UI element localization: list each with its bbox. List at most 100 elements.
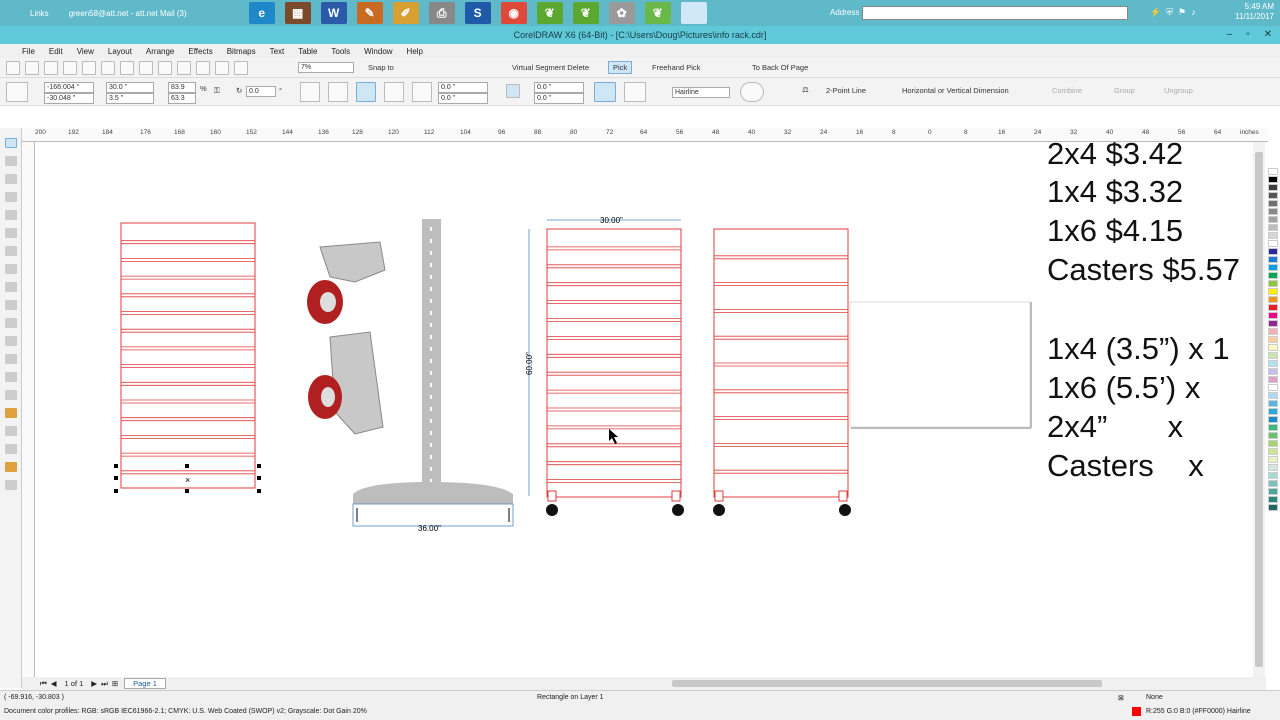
zoom-tool-icon[interactable] [5, 192, 17, 202]
palette-swatch[interactable] [1268, 416, 1278, 423]
undo-icon[interactable] [139, 61, 153, 75]
palette-swatch[interactable] [1268, 448, 1278, 455]
group-button[interactable]: Group [1114, 86, 1135, 95]
print-icon[interactable] [63, 61, 77, 75]
page-tab[interactable]: Page 1 [124, 678, 166, 689]
shield-icon[interactable]: ⛨ [1166, 7, 1173, 18]
qty-casters[interactable]: Casters x [1047, 450, 1204, 482]
palette-swatch[interactable] [1268, 344, 1278, 351]
menu-help[interactable]: Help [407, 47, 423, 56]
clock[interactable]: 5:49 AM 11/11/2017 [1235, 2, 1274, 22]
prev-page-icon[interactable]: ◀ [51, 679, 57, 688]
menu-view[interactable]: View [77, 47, 94, 56]
palette-swatch[interactable] [1268, 408, 1278, 415]
blend-tool-icon[interactable] [5, 390, 17, 400]
palette-swatch[interactable] [1268, 440, 1278, 447]
connector-tool-icon[interactable] [5, 372, 17, 382]
palette-swatch[interactable] [1268, 256, 1278, 263]
minimize-button[interactable]: – [1227, 26, 1233, 44]
qty-2x4[interactable]: 2x4” x [1047, 411, 1183, 443]
pick-button[interactable]: Pick [608, 61, 633, 74]
palette-swatch[interactable] [1268, 400, 1278, 407]
corel-leaf-icon[interactable]: ❦ [536, 2, 563, 24]
speaker-icon[interactable]: ♪ [1191, 7, 1196, 18]
palette-swatch[interactable] [1268, 280, 1278, 287]
palette-swatch[interactable] [1268, 168, 1278, 175]
ie-icon[interactable]: e [248, 2, 275, 24]
text-tool-icon[interactable] [5, 318, 17, 328]
lock-ratio-icon[interactable]: ⚿ [214, 86, 220, 96]
outline-width-select[interactable]: Hairline [672, 87, 730, 98]
angle-field[interactable]: 0.0 [246, 86, 276, 97]
palette-swatch[interactable] [1268, 376, 1278, 383]
horizontal-vertical-dimension-button[interactable]: Horizontal or Vertical Dimension [902, 86, 1009, 95]
menu-bitmaps[interactable]: Bitmaps [227, 47, 256, 56]
last-page-icon[interactable]: ⏭ [101, 679, 108, 689]
outline-tool-icon[interactable] [5, 444, 17, 454]
basic-shapes-tool-icon[interactable] [5, 300, 17, 310]
shape-tool-icon[interactable] [5, 156, 17, 166]
price-2x4[interactable]: 2x4 $3.42 [1047, 142, 1183, 170]
crop-tool-icon[interactable] [5, 174, 17, 184]
vertical-ruler[interactable] [22, 142, 35, 677]
freehand-tool-icon[interactable] [5, 210, 17, 220]
selection-handles[interactable]: × [114, 464, 261, 493]
width-field[interactable]: 30.0 " [106, 82, 154, 93]
palette-swatch[interactable] [1268, 328, 1278, 335]
palette-swatch[interactable] [1268, 176, 1278, 183]
palette-swatch[interactable] [1268, 208, 1278, 215]
corner-tr-field[interactable]: 0.0 " [534, 82, 584, 93]
pick-tool-icon[interactable] [5, 138, 17, 148]
next-page-icon[interactable]: ▶ [91, 679, 97, 688]
two-point-line-button[interactable]: 2-Point Line [826, 86, 866, 95]
x-position-field[interactable]: -166.004 " [44, 82, 94, 93]
freehand-pick-button[interactable]: Freehand Pick [652, 63, 700, 72]
palette-swatch[interactable] [1268, 200, 1278, 207]
printer-icon[interactable]: ⎙ [428, 2, 455, 24]
qty-1x4[interactable]: 1x4 (3.5”) x 1 [1047, 333, 1230, 365]
corner-bl-field[interactable]: 0.0 " [438, 93, 488, 104]
right-rack[interactable] [713, 228, 851, 516]
menu-arrange[interactable]: Arrange [146, 47, 174, 56]
price-casters[interactable]: Casters $5.57 [1047, 254, 1240, 286]
lock-corners-icon[interactable] [506, 84, 520, 98]
menu-file[interactable]: File [22, 47, 35, 56]
add-page-icon[interactable]: ⊞ [112, 679, 118, 688]
palette-swatch[interactable] [1268, 504, 1278, 511]
paste-icon[interactable] [120, 61, 134, 75]
palette-swatch[interactable] [1268, 496, 1278, 503]
fill-tool-icon[interactable] [5, 462, 17, 472]
palette-swatch[interactable] [1268, 264, 1278, 271]
palette-swatch[interactable] [1268, 464, 1278, 471]
horizontal-ruler[interactable]: 200 192 184 176 168 160 152 144 136 128 … [22, 128, 1268, 142]
palette-swatch[interactable] [1268, 224, 1278, 231]
dimension-tool-icon[interactable] [5, 354, 17, 364]
menu-window[interactable]: Window [364, 47, 392, 56]
palette-swatch[interactable] [1268, 488, 1278, 495]
menu-edit[interactable]: Edit [49, 47, 63, 56]
publish-icon[interactable] [234, 61, 248, 75]
corner-tl-field[interactable]: 0.0 " [438, 82, 488, 93]
palette-swatch[interactable] [1268, 232, 1278, 239]
links-label[interactable]: Links [30, 9, 49, 18]
rectangle-tool-icon[interactable] [5, 246, 17, 256]
palette-swatch[interactable] [1268, 392, 1278, 399]
maximize-button[interactable]: ▫ [1246, 26, 1250, 44]
scale-y-field[interactable]: 63.3 [168, 93, 196, 104]
zoom-select[interactable]: 7% [298, 62, 354, 73]
pencil-icon[interactable]: ✐ [392, 2, 419, 24]
blank-panel[interactable] [849, 301, 1031, 428]
interactive-fill-tool-icon[interactable] [5, 480, 17, 490]
wrap-text-icon[interactable] [624, 82, 646, 102]
menu-effects[interactable]: Effects [188, 47, 212, 56]
table-tool-icon[interactable] [5, 336, 17, 346]
open-icon[interactable] [25, 61, 39, 75]
cut-icon[interactable] [82, 61, 96, 75]
search-icon[interactable] [177, 61, 191, 75]
photo-paint-icon[interactable]: ✿ [608, 2, 635, 24]
object-origin-icon[interactable] [6, 82, 28, 102]
close-button[interactable]: ✕ [1264, 26, 1272, 44]
palette-swatch[interactable] [1268, 320, 1278, 327]
caster-image-top[interactable] [307, 241, 386, 324]
ungroup-button[interactable]: Ungroup [1164, 86, 1193, 95]
